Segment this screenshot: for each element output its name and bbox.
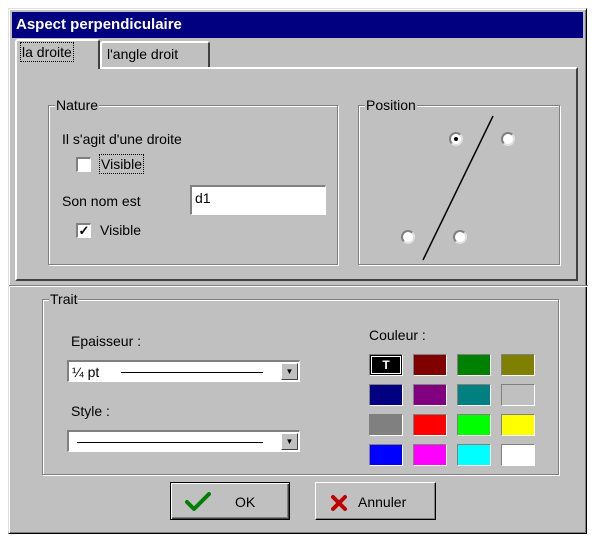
position-radio-top-left[interactable] <box>449 132 463 146</box>
epaisseur-value: ¼ pt <box>72 364 100 380</box>
thickness-preview <box>121 372 263 373</box>
couleur-label: Couleur : <box>369 327 426 343</box>
name-label: Son nom est <box>62 193 141 209</box>
color-swatch[interactable] <box>457 414 491 436</box>
check-mark-icon: ✓ <box>78 223 90 238</box>
epaisseur-select[interactable]: ¼ pt ▼ <box>67 360 300 382</box>
position-radio-top-right[interactable] <box>501 132 515 146</box>
visible-checkbox-2[interactable]: ✓ <box>76 223 91 238</box>
visible-label-1: Visible <box>99 154 144 174</box>
tab-panel: Nature Il s'agit d'une droite Visible So… <box>15 67 578 281</box>
nature-group-title: Nature <box>55 96 100 114</box>
color-swatch[interactable] <box>501 444 535 466</box>
position-group: Position <box>358 96 560 265</box>
color-swatch[interactable] <box>457 444 491 466</box>
cancel-button[interactable]: Annuler <box>315 482 436 520</box>
color-swatch[interactable]: T <box>369 354 403 376</box>
nature-group: Nature Il s'agit d'une droite Visible So… <box>48 96 338 265</box>
trait-group-title: Trait <box>49 290 79 308</box>
color-swatch[interactable] <box>413 354 447 376</box>
color-swatch[interactable] <box>501 414 535 436</box>
ok-button[interactable]: OK <box>170 482 290 520</box>
style-label: Style : <box>71 403 110 419</box>
tab-angle-droit[interactable]: l'angle droit <box>100 41 210 67</box>
checkmark-icon <box>185 492 211 511</box>
position-radio-bottom-right[interactable] <box>453 230 467 244</box>
color-swatch[interactable] <box>501 354 535 376</box>
x-icon <box>331 495 347 511</box>
color-swatch[interactable] <box>413 384 447 406</box>
line-style-preview <box>77 442 263 443</box>
color-swatch[interactable] <box>413 444 447 466</box>
cancel-label: Annuler <box>358 494 407 510</box>
nature-statement: Il s'agit d'une droite <box>62 131 182 147</box>
selected-color-marker: T <box>382 358 390 372</box>
color-swatch[interactable] <box>457 354 491 376</box>
visible-label-2: Visible <box>100 222 141 238</box>
epaisseur-label: Epaisseur : <box>71 333 142 349</box>
tab-la-droite[interactable]: la droite <box>15 39 100 69</box>
position-radio-bottom-left[interactable] <box>401 230 415 244</box>
radio-dot-icon <box>454 137 458 141</box>
color-swatch[interactable] <box>457 384 491 406</box>
color-swatch[interactable] <box>369 384 403 406</box>
color-swatch[interactable] <box>369 444 403 466</box>
dialog-window: Aspect perpendiculaire la droite l'angle… <box>8 8 588 534</box>
window-title: Aspect perpendiculaire <box>12 12 583 38</box>
color-swatch[interactable] <box>413 414 447 436</box>
chevron-down-icon[interactable]: ▼ <box>281 433 298 450</box>
visible-checkbox-1[interactable] <box>76 157 91 172</box>
trait-group: Trait Epaisseur : ¼ pt ▼ Style : ▼ Coule… <box>42 290 559 475</box>
ok-label: OK <box>235 494 256 510</box>
color-swatch[interactable] <box>501 384 535 406</box>
style-select[interactable]: ▼ <box>67 430 300 452</box>
color-swatch[interactable] <box>369 414 403 436</box>
tab-label: la droite <box>20 42 74 62</box>
tab-label: l'angle droit <box>107 46 179 62</box>
chevron-down-icon[interactable]: ▼ <box>281 363 298 380</box>
section-divider <box>9 285 588 287</box>
name-input[interactable]: d1 <box>190 185 326 215</box>
